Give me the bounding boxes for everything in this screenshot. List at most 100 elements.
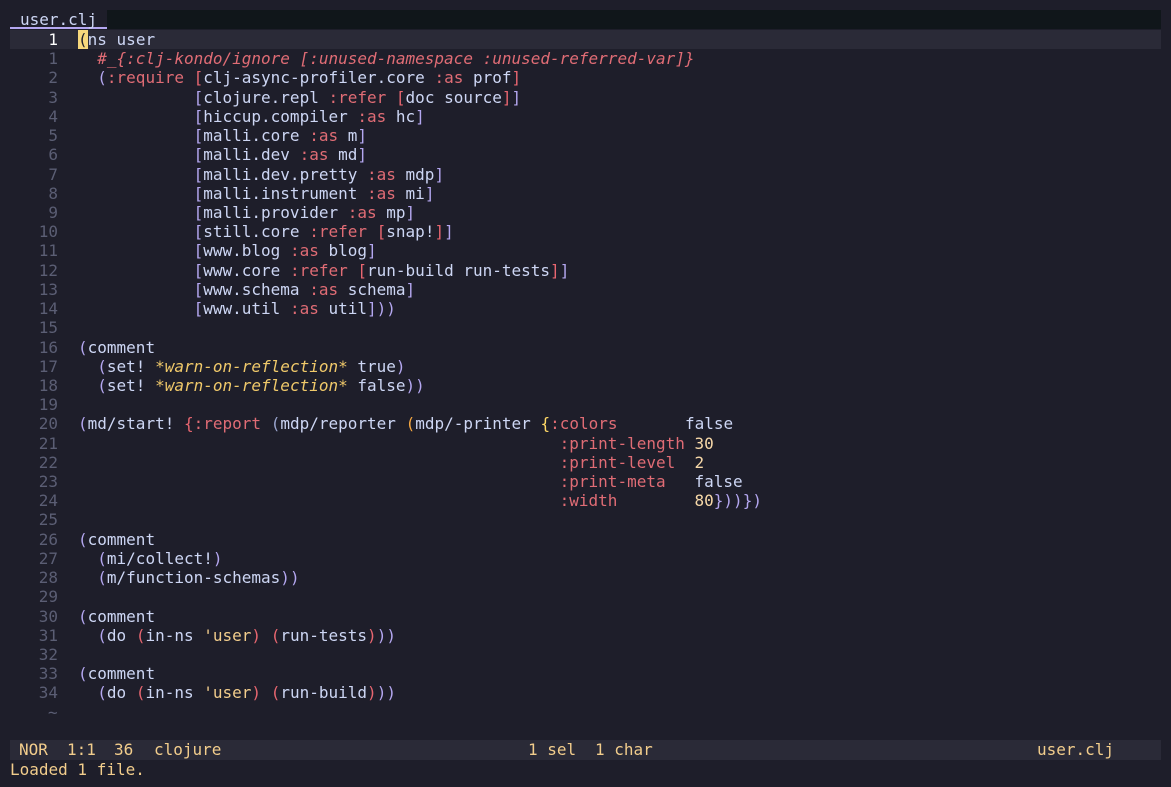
code-line[interactable]: 14 [www.util :as util]))	[10, 299, 1161, 318]
line-number: 27	[38, 548, 58, 568]
line-text: [malli.instrument :as mi]	[193, 183, 435, 203]
line-text: (comment	[78, 337, 156, 357]
cursor-position: 1:1	[67, 740, 96, 759]
code-line[interactable]: 23 :print-meta false	[10, 472, 1161, 491]
line-text: :width 80}))})	[559, 491, 762, 511]
line-number: 31	[38, 625, 58, 645]
line-text: [www.blog :as blog]	[193, 241, 377, 261]
message-line: Loaded 1 file.	[10, 760, 145, 779]
line-number: 16	[38, 337, 58, 357]
line-number: 4	[48, 106, 58, 126]
code-line[interactable]: 27 (mi/collect!)	[10, 549, 1161, 568]
line-text: :print-meta false	[559, 472, 743, 492]
line-text: (mi/collect!)	[97, 548, 223, 568]
tilde-marker: ~	[48, 702, 58, 722]
line-text: :print-level 2	[559, 452, 705, 472]
line-text: (do (in-ns 'user) (run-tests)))	[97, 625, 396, 645]
code-line[interactable]: 7 [malli.dev.pretty :as mdp]	[10, 165, 1161, 184]
code-line[interactable]: 9 [malli.provider :as mp]	[10, 203, 1161, 222]
line-text: #_{:clj-kondo/ignore [:unused-namespace …	[97, 49, 695, 69]
line-text: (m/function-schemas))	[97, 568, 300, 588]
line-text: (md/start! {:report (mdp/reporter (mdp/-…	[78, 414, 734, 434]
line-number: 30	[38, 606, 58, 626]
code-line[interactable]: 16 (comment	[10, 338, 1161, 357]
editor-buffer[interactable]: 1 (ns user 1 #_{:clj-kondo/ignore [:unused…	[10, 30, 1161, 722]
code-line[interactable]: 19	[10, 395, 1161, 414]
code-line[interactable]: 18 (set! *warn-on-reflection* false))	[10, 376, 1161, 395]
line-count: 36	[114, 740, 134, 759]
code-line[interactable]: 24 :width 80}))})	[10, 491, 1161, 510]
code-line[interactable]: 6 [malli.dev :as md]	[10, 145, 1161, 164]
line-number: 17	[38, 356, 58, 376]
line-text: (:require [clj-async-profiler.core :as p…	[97, 68, 522, 88]
line-text: [clojure.repl :refer [doc source]]	[193, 87, 522, 107]
line-number: 23	[38, 472, 58, 492]
code-line[interactable]: 2 (:require [clj-async-profiler.core :as…	[10, 68, 1161, 87]
code-line[interactable]: 4 [hiccup.compiler :as hc]	[10, 107, 1161, 126]
line-number: 34	[38, 683, 58, 703]
mode-indicator: NOR	[19, 740, 48, 759]
line-number: 26	[38, 529, 58, 549]
line-number: 18	[38, 375, 58, 395]
line-number: 24	[38, 491, 58, 511]
code-line[interactable]: 21 :print-length 30	[10, 434, 1161, 453]
selection-count: 1 sel	[528, 740, 577, 759]
line-text: [still.core :refer [snap!]]	[193, 222, 454, 242]
buffer-tabbar: user.clj	[10, 10, 1161, 29]
line-number: 11	[38, 241, 58, 261]
code-line[interactable]: 10 [still.core :refer [snap!]]	[10, 222, 1161, 241]
line-number: 3	[48, 87, 58, 107]
code-line[interactable]: 29	[10, 587, 1161, 606]
line-text: [malli.provider :as mp]	[193, 202, 416, 222]
line-text: [www.schema :as schema]	[193, 279, 416, 299]
line-number: 25	[38, 510, 58, 530]
code-line[interactable]: 26 (comment	[10, 530, 1161, 549]
statusline-filename: user.clj	[1037, 740, 1115, 759]
code-line[interactable]: 31 (do (in-ns 'user) (run-tests)))	[10, 626, 1161, 645]
code-line[interactable]: 25	[10, 510, 1161, 529]
line-number: 8	[48, 183, 58, 203]
code-line[interactable]: 5 [malli.core :as m]	[10, 126, 1161, 145]
line-text: [malli.dev.pretty :as mdp]	[193, 164, 445, 184]
line-text: [malli.dev :as md]	[193, 145, 368, 165]
code-line[interactable]: 33 (comment	[10, 664, 1161, 683]
line-text: (set! *warn-on-reflection* true)	[97, 356, 406, 376]
line-text: (ns user	[78, 30, 156, 49]
code-line[interactable]: 8 [malli.instrument :as mi]	[10, 184, 1161, 203]
line-number: 5	[48, 126, 58, 146]
code-line[interactable]: 15	[10, 318, 1161, 337]
code-line[interactable]: 17 (set! *warn-on-reflection* true)	[10, 357, 1161, 376]
code-line[interactable]: 20 (md/start! {:report (mdp/reporter (mdp…	[10, 414, 1161, 433]
code-line[interactable]: 12 [www.core :refer [run-build run-tests…	[10, 261, 1161, 280]
line-number: 20	[38, 414, 58, 434]
empty-buffer-line: ~	[10, 703, 1161, 722]
line-number: 29	[38, 587, 58, 607]
line-text: :print-length 30	[559, 433, 714, 453]
code-line[interactable]: 13 [www.schema :as schema]	[10, 280, 1161, 299]
line-number: 10	[38, 222, 58, 242]
char-count: 1 char	[595, 740, 653, 759]
line-number: 13	[38, 279, 58, 299]
text-cursor: (	[78, 30, 88, 49]
line-number: 32	[38, 645, 58, 664]
tab-user-clj[interactable]: user.clj	[10, 10, 108, 29]
line-text: [malli.core :as m]	[193, 126, 368, 146]
line-number: 22	[38, 452, 58, 472]
line-number: 14	[38, 299, 58, 319]
line-number: 9	[48, 202, 58, 222]
line-number: 28	[38, 568, 58, 588]
code-line[interactable]: 22 :print-level 2	[10, 453, 1161, 472]
line-text: [www.core :refer [run-build run-tests]]	[193, 260, 570, 280]
line-number: 21	[38, 433, 58, 453]
line-text: (comment	[78, 606, 156, 626]
code-line[interactable]: 32	[10, 645, 1161, 664]
line-number: 33	[38, 664, 58, 684]
current-line[interactable]: 1 (ns user	[10, 30, 1161, 50]
code-line[interactable]: 1 #_{:clj-kondo/ignore [:unused-namespac…	[10, 49, 1161, 68]
code-line[interactable]: 28 (m/function-schemas))	[10, 568, 1161, 587]
line-text: (comment	[78, 664, 156, 684]
code-line[interactable]: 3 [clojure.repl :refer [doc source]]	[10, 88, 1161, 107]
code-line[interactable]: 30 (comment	[10, 607, 1161, 626]
code-line[interactable]: 34 (do (in-ns 'user) (run-build)))	[10, 683, 1161, 702]
code-line[interactable]: 11 [www.blog :as blog]	[10, 241, 1161, 260]
